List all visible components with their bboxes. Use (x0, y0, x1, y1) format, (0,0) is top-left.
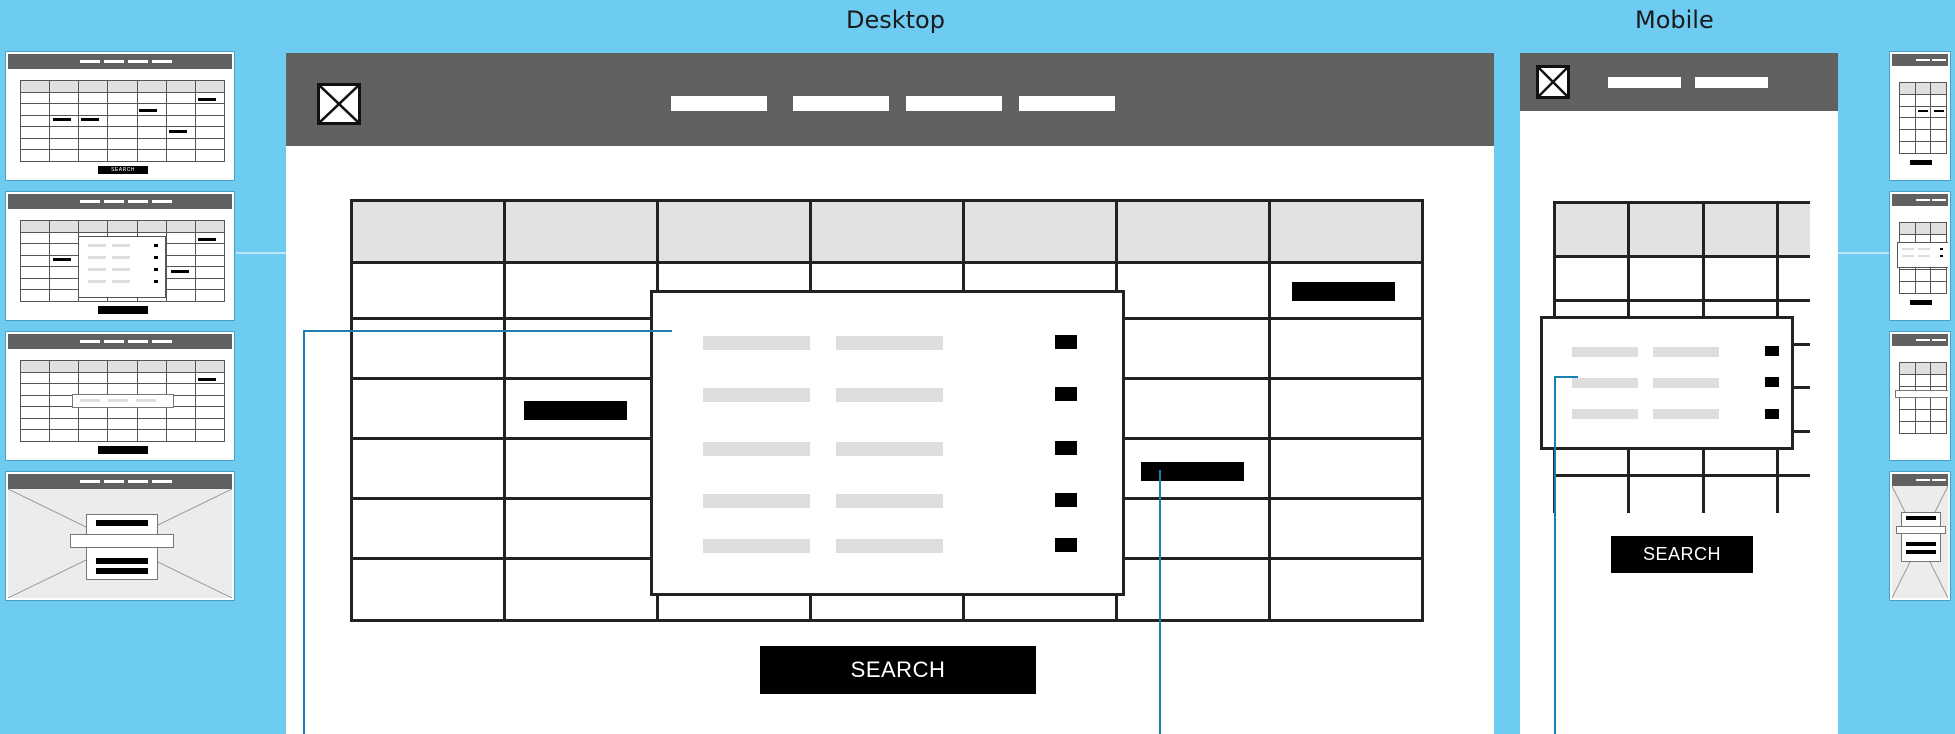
popup-row-value (836, 388, 943, 402)
popup-row-label (703, 442, 810, 456)
popup-row-label (1572, 409, 1638, 419)
thumbnail-mobile-menu-overlay[interactable] (1890, 472, 1950, 600)
annotation-connector (1554, 376, 1556, 734)
popup-row-label (1572, 378, 1638, 388)
popup-row-action-button[interactable] (1055, 538, 1077, 552)
mobile-frame: SEARCH (1520, 53, 1838, 734)
popup-row-action-button[interactable] (1055, 335, 1077, 349)
left-connector-line (236, 252, 286, 254)
mobile-detail-popup (1540, 316, 1794, 450)
popup-row-action-button[interactable] (1765, 409, 1779, 419)
annotation-connector (1159, 470, 1161, 734)
thumbnail-mobile-collapsed-view[interactable] (1890, 332, 1950, 460)
desktop-header (286, 53, 1494, 146)
popup-row-action-button[interactable] (1765, 346, 1779, 356)
desktop-logo-placeholder-icon (317, 83, 361, 125)
thumbnail-search-label: SEARCH (98, 166, 148, 174)
thumbnail-desktop-menu-overlay[interactable] (6, 472, 234, 600)
popup-row-value (836, 442, 943, 456)
mobile-logo-placeholder-icon (1536, 65, 1570, 99)
desktop-nav-item-4[interactable] (1019, 96, 1115, 111)
desktop-label: Desktop (846, 6, 945, 34)
thumbnail-desktop-popup-view[interactable] (6, 192, 234, 320)
popup-row-action-button[interactable] (1055, 387, 1077, 401)
right-connector-line (1838, 252, 1890, 254)
popup-row-value (836, 494, 943, 508)
popup-row-action-button[interactable] (1055, 441, 1077, 455)
mobile-nav-item-2[interactable] (1695, 77, 1768, 88)
mobile-header (1520, 53, 1838, 111)
desktop-booking-bar[interactable] (1141, 462, 1244, 481)
annotation-connector (303, 330, 305, 734)
desktop-frame: SEARCH (286, 53, 1494, 734)
thumbnail-desktop-table-view[interactable]: SEARCH (6, 52, 234, 180)
annotation-connector (1554, 376, 1578, 378)
popup-row-value (1653, 378, 1719, 388)
annotation-connector (303, 330, 672, 332)
popup-row-label (703, 388, 810, 402)
popup-row-action-button[interactable] (1765, 377, 1779, 387)
mobile-nav-item-1[interactable] (1608, 77, 1681, 88)
desktop-nav-item-3[interactable] (906, 96, 1002, 111)
popup-row-label (1572, 347, 1638, 357)
popup-row-value (836, 336, 943, 350)
thumbnail-mobile-popup-view[interactable] (1890, 192, 1950, 320)
popup-row-value (1653, 409, 1719, 419)
popup-row-value (1653, 347, 1719, 357)
desktop-booking-bar[interactable] (1292, 282, 1395, 301)
popup-row-label (703, 494, 810, 508)
mobile-label: Mobile (1635, 6, 1714, 34)
popup-row-label (703, 336, 810, 350)
desktop-booking-bar[interactable] (524, 401, 627, 420)
thumbnail-mobile-table-view[interactable] (1890, 52, 1950, 180)
popup-row-value (836, 539, 943, 553)
desktop-detail-popup (650, 290, 1125, 596)
mobile-search-button[interactable]: SEARCH (1611, 536, 1753, 573)
desktop-nav-item-2[interactable] (793, 96, 889, 111)
thumbnail-desktop-collapsed-view[interactable] (6, 332, 234, 460)
desktop-nav-item-1[interactable] (671, 96, 767, 111)
popup-row-action-button[interactable] (1055, 493, 1077, 507)
popup-row-label (703, 539, 810, 553)
desktop-search-button[interactable]: SEARCH (760, 646, 1036, 694)
